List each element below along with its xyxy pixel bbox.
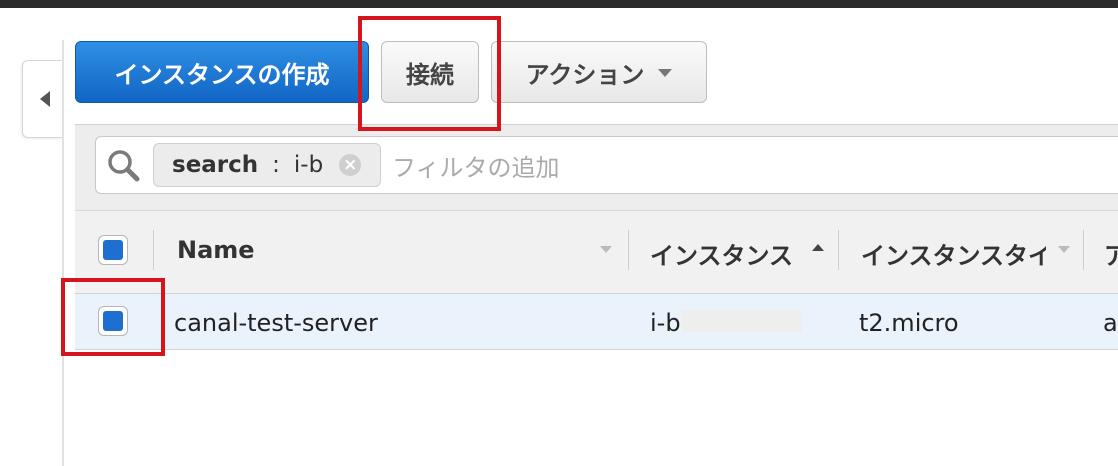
add-filter-placeholder[interactable]: フィルタの追加 bbox=[392, 148, 560, 183]
column-header-availability-zone[interactable]: ア bbox=[1104, 236, 1118, 271]
column-divider[interactable] bbox=[838, 230, 839, 270]
filter-token-key: search bbox=[172, 152, 259, 178]
select-all-checkbox[interactable] bbox=[98, 235, 128, 265]
checkbox-checked-fill bbox=[103, 311, 123, 331]
cell-name: canal-test-server bbox=[174, 309, 378, 337]
window-top-bar bbox=[0, 0, 1118, 8]
column-divider[interactable] bbox=[628, 230, 629, 270]
chevron-down-icon bbox=[658, 69, 673, 77]
search-filter-token[interactable]: search : i-b × bbox=[153, 143, 381, 187]
sort-descending-icon[interactable] bbox=[1058, 246, 1070, 253]
create-instance-label: インスタンスの作成 bbox=[114, 60, 330, 89]
column-header-instance-type[interactable]: インスタンスタイプ bbox=[861, 236, 1046, 271]
collapse-sidebar-button[interactable] bbox=[22, 60, 62, 138]
cell-instance-id: i-b bbox=[650, 309, 681, 337]
column-header-name[interactable]: Name bbox=[177, 236, 255, 264]
redacted-region bbox=[682, 310, 802, 332]
actions-label: アクション bbox=[525, 60, 645, 89]
row-checkbox[interactable] bbox=[98, 306, 128, 336]
clear-filter-icon[interactable]: × bbox=[339, 154, 362, 176]
connect-button[interactable]: 接続 bbox=[381, 41, 479, 103]
filter-token-value: i-b bbox=[293, 152, 324, 178]
triangle-left-icon bbox=[39, 91, 50, 107]
sort-ascending-icon[interactable] bbox=[812, 244, 824, 251]
sort-descending-icon[interactable] bbox=[600, 246, 612, 253]
cell-instance-type: t2.micro bbox=[859, 309, 959, 337]
create-instance-button[interactable]: インスタンスの作成 bbox=[75, 41, 369, 103]
cell-availability-zone: a bbox=[1103, 309, 1118, 337]
connect-label: 接続 bbox=[406, 60, 454, 89]
checkbox-checked-fill bbox=[103, 240, 123, 260]
search-icon bbox=[108, 150, 140, 182]
column-divider[interactable] bbox=[153, 230, 154, 270]
filter-token-separator: : bbox=[272, 152, 280, 178]
actions-dropdown-button[interactable]: アクション bbox=[491, 41, 707, 103]
column-header-instance-id[interactable]: インスタンス bbox=[650, 236, 798, 271]
left-panel-divider bbox=[62, 40, 64, 466]
column-divider[interactable] bbox=[1083, 230, 1084, 270]
